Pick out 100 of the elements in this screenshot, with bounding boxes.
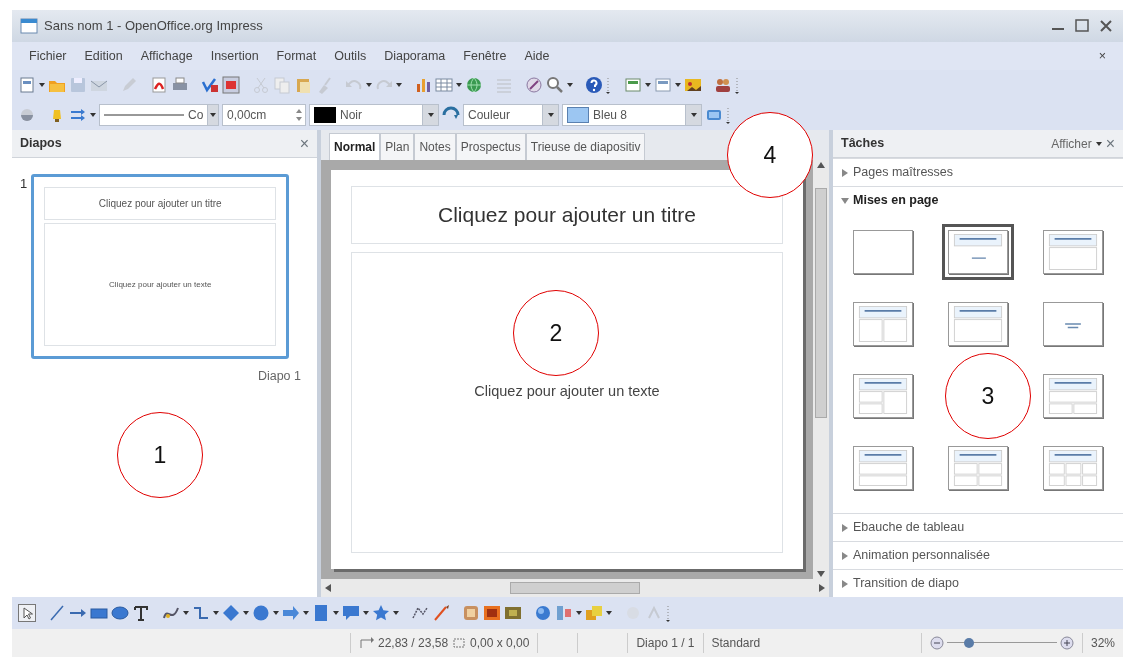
expanded-icon[interactable] — [841, 196, 849, 205]
menu-item[interactable]: Fichier — [20, 44, 76, 68]
chart-icon[interactable] — [414, 76, 432, 94]
toolbar-options-icon[interactable] — [606, 76, 612, 94]
view-tab[interactable]: Notes — [414, 133, 456, 160]
scroll-down-icon[interactable] — [817, 571, 825, 577]
collapsed-icon[interactable] — [841, 168, 849, 177]
scroll-right-icon[interactable] — [819, 584, 825, 592]
section-header[interactable]: Mises en page — [853, 191, 939, 210]
position-text: 22,83 / 23,58 — [378, 635, 449, 652]
pen-circle-icon[interactable] — [525, 76, 543, 94]
line-style-field[interactable]: Co — [99, 104, 219, 126]
caret-icon[interactable] — [243, 611, 249, 615]
section-header[interactable]: Transition de diapo — [853, 574, 959, 593]
menu-item[interactable]: Outils — [325, 44, 376, 68]
menu-item[interactable]: Aide — [515, 44, 559, 68]
caret-icon[interactable] — [645, 83, 651, 87]
collapsed-icon[interactable] — [841, 523, 849, 532]
close-button[interactable]: × — [1089, 44, 1115, 68]
menu-item[interactable]: Insertion — [201, 44, 268, 68]
caret-icon[interactable] — [366, 83, 372, 87]
image-icon[interactable] — [483, 604, 501, 622]
line-preview-icon[interactable] — [104, 113, 184, 117]
scroll-thumb[interactable] — [815, 188, 827, 418]
view-menu[interactable]: Afficher — [1051, 134, 1102, 153]
caret-icon[interactable] — [675, 83, 681, 87]
line-width-field[interactable]: 0,00cm — [222, 104, 306, 126]
position-icon[interactable] — [359, 636, 375, 650]
film-icon[interactable] — [504, 604, 522, 622]
caret-icon[interactable] — [567, 83, 573, 87]
close-button[interactable]: × — [1105, 131, 1115, 156]
sphere-icon[interactable] — [534, 604, 552, 622]
caret-icon[interactable] — [576, 611, 582, 615]
area-style-field[interactable]: Couleur — [463, 104, 559, 126]
select-icon[interactable] — [18, 604, 36, 622]
zoom-out-icon[interactable] — [929, 636, 944, 650]
ellipse-icon[interactable] — [111, 604, 129, 622]
area-fill-field[interactable]: Bleu 8 — [562, 104, 702, 126]
text-icon[interactable] — [132, 604, 150, 622]
star-icon[interactable] — [372, 604, 390, 622]
maximize-icon[interactable] — [1073, 17, 1091, 35]
line-icon[interactable] — [48, 604, 66, 622]
caret-icon[interactable] — [90, 113, 96, 117]
scroll-up-icon[interactable] — [817, 162, 825, 168]
zoom-icon[interactable] — [546, 76, 564, 94]
menu-item[interactable]: Format — [267, 44, 326, 68]
help-icon[interactable] — [585, 76, 603, 94]
caret-icon[interactable] — [606, 611, 612, 615]
picture-icon[interactable] — [684, 76, 702, 94]
caret-icon[interactable] — [39, 83, 45, 87]
section-header[interactable]: Pages maîtresses — [853, 163, 954, 182]
toolbar-options-icon[interactable] — [735, 76, 741, 94]
caret-icon[interactable] — [363, 611, 369, 615]
people-icon[interactable] — [714, 76, 732, 94]
section-header[interactable]: Animation personnalisée — [853, 546, 990, 565]
horizontal-scrollbar[interactable] — [321, 579, 829, 597]
title-placeholder: Cliquez pour ajouter un titre — [44, 187, 277, 220]
collapsed-icon[interactable] — [841, 551, 849, 560]
app-icon[interactable] — [20, 17, 38, 35]
zoom-slider[interactable] — [946, 637, 1057, 649]
line-color-field[interactable]: Noir — [309, 104, 439, 126]
slide-thumbnail[interactable]: Cliquez pour ajouter un titre Cliquez pour ajouter un texte — [31, 174, 290, 359]
view-tab[interactable]: Normal — [329, 133, 381, 160]
pdf-icon[interactable] — [150, 76, 168, 94]
vertical-scrollbar[interactable] — [813, 160, 829, 579]
menu-item[interactable]: Edition — [75, 44, 132, 68]
caret-icon[interactable] — [210, 113, 217, 117]
caret-icon[interactable] — [456, 83, 462, 87]
toolbar-options-icon[interactable] — [666, 604, 672, 622]
connector-icon[interactable] — [192, 604, 210, 622]
menu-item[interactable]: Affichage — [131, 44, 202, 68]
view-tab[interactable]: Prospectus — [455, 133, 526, 160]
caret-icon[interactable] — [213, 611, 219, 615]
caret-icon[interactable] — [333, 611, 339, 615]
caret-icon[interactable] — [547, 113, 554, 117]
caret-icon[interactable] — [396, 83, 402, 87]
zoom-in-icon[interactable] — [1059, 636, 1074, 650]
toolbar-options-icon[interactable] — [726, 106, 732, 124]
collapsed-icon[interactable] — [841, 579, 849, 588]
menu-item[interactable]: Diaporama — [375, 44, 455, 68]
caret-icon[interactable] — [690, 113, 697, 117]
caret-icon[interactable] — [393, 611, 399, 615]
caret-icon[interactable] — [427, 113, 434, 117]
caret-icon[interactable] — [183, 611, 189, 615]
view-tab[interactable]: Plan — [380, 133, 415, 160]
title-placeholder[interactable]: Cliquez pour ajouter un titre — [351, 186, 783, 244]
zoom-thumb[interactable] — [963, 638, 974, 648]
close-button[interactable]: × — [299, 131, 309, 156]
view-tab[interactable]: Trieuse de diapositiv — [525, 133, 646, 160]
caret-icon[interactable] — [1095, 141, 1102, 146]
glue-icon[interactable] — [432, 604, 450, 622]
scroll-thumb[interactable] — [510, 582, 640, 594]
caret-icon[interactable] — [303, 611, 309, 615]
layout-thumbnail[interactable] — [942, 224, 1014, 280]
menu-item[interactable]: Fenêtre — [454, 44, 516, 68]
caret-icon[interactable] — [273, 611, 279, 615]
spellcheck-icon[interactable] — [201, 76, 219, 94]
section-header[interactable]: Ebauche de tableau — [853, 518, 965, 537]
scroll-left-icon[interactable] — [325, 584, 331, 592]
circle-icon[interactable] — [18, 106, 36, 124]
